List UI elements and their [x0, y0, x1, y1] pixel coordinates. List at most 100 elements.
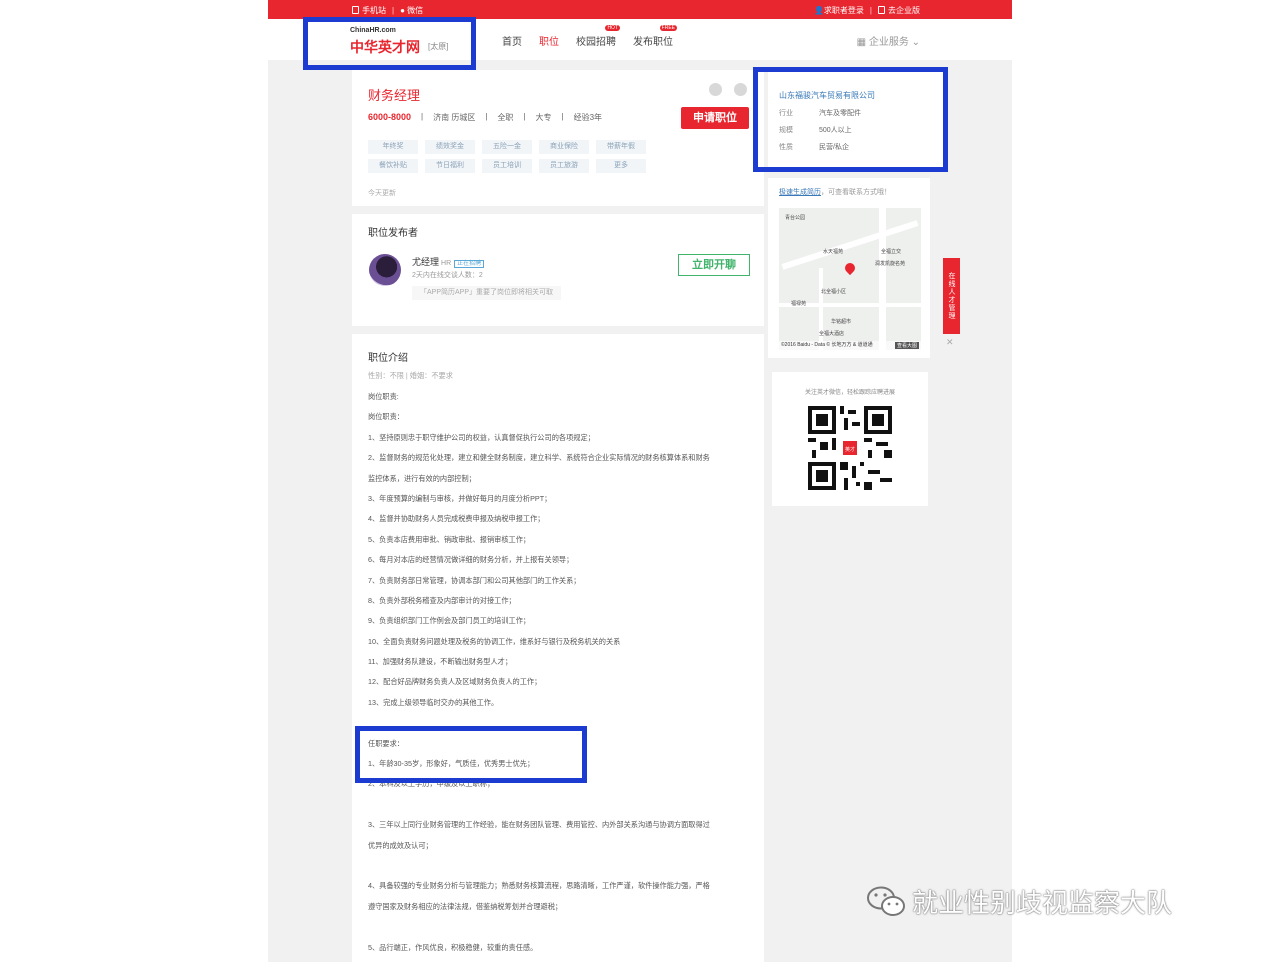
- description-line: [368, 921, 758, 941]
- enterprise-link[interactable]: 去企业版: [878, 5, 920, 16]
- avatar: [369, 254, 401, 286]
- quick-resume-tip: 极速生成简历，可查看联系方式哦！: [779, 187, 891, 197]
- chat-now-button[interactable]: 立即开聊: [678, 254, 750, 276]
- map-label: 北全福小区: [821, 289, 847, 295]
- annotation-box-company: [753, 67, 948, 172]
- description-title: 职位介绍: [368, 353, 408, 364]
- map-label: 华铭超市: [831, 319, 852, 325]
- description-line: 5、品行端正，作风优良，积极稳健，较重的责任感。: [368, 942, 538, 952]
- enterprise-label: 去企业版: [888, 6, 920, 15]
- meta-sep: |: [485, 112, 488, 121]
- description-line: 7、负责财务部日常管理，协调本部门和公司其他部门的工作关系；: [368, 575, 581, 585]
- description-line: 11、加强财务队建设，不断输出财务型人才；: [368, 657, 513, 667]
- description-line: 优异的成效及认可；: [368, 840, 433, 850]
- benefit-more[interactable]: 更多: [596, 159, 646, 173]
- benefit-tag: 带薪年假: [596, 140, 646, 154]
- meta-sep: |: [523, 112, 526, 121]
- update-time: 今天更新: [368, 190, 396, 197]
- benefit-tag: 员工旅游: [539, 159, 589, 173]
- wechat-label: 微信: [407, 6, 424, 15]
- qr-caption: 关注英才微信，轻松跟踪应聘进展: [804, 390, 895, 396]
- watermark-text: 就业性别歧视监察大队: [912, 888, 1173, 918]
- hr-chat-stat: 2天内在线交谈人数：2: [412, 272, 483, 279]
- description-line: 岗位职责：: [368, 412, 404, 422]
- map-label: 福禄苑: [791, 301, 807, 307]
- description-line: 6、每月对本店的经营情况做详细的财务分析，并上报有关领导；: [368, 555, 574, 565]
- map-road: [819, 268, 823, 350]
- enterprise-icon: [878, 6, 885, 14]
- description-line: 4、监督并协助财务人员完成税费申报及纳税申报工作；: [368, 514, 545, 524]
- qr-card: 关注英才微信，轻松跟踪应聘进展 英才: [772, 372, 928, 506]
- publisher-card: 职位发布者 尤经理 HR 正在招聘 2天内在线交谈人数：2 「APP简历APP」重要…: [352, 214, 764, 326]
- description-line: 1、坚持原则忠于职守维护公司的权益，认真督促执行公司的各项规定；: [368, 432, 595, 442]
- mobile-site-label: 手机站: [362, 6, 386, 15]
- job-location: 济南 历城区: [433, 113, 476, 122]
- map-label: 水天福苑: [823, 249, 844, 255]
- wechat-icon: ●: [400, 6, 405, 15]
- job-meta: 6000-8000 | 济南 历城区 | 全职 | 大专 | 经验3年: [368, 112, 602, 123]
- description-meta: 性别：不限 | 婚姻：不要求: [368, 371, 758, 381]
- apply-button[interactable]: 申请职位: [681, 107, 749, 129]
- mobile-icon: [352, 6, 359, 14]
- annotation-box-requirement: [355, 726, 587, 783]
- wechat-logo-icon: [866, 885, 906, 919]
- map-label: 全福大酒店: [819, 331, 845, 337]
- job-title: 财务经理: [368, 88, 421, 103]
- job-description-card: 职位介绍 性别：不限 | 婚姻：不要求 岗位职责: 岗位职责： 1、坚持原则忠于…: [352, 334, 764, 962]
- nav-campus[interactable]: 校园招聘 HOT: [576, 25, 620, 48]
- meta-sep: |: [421, 112, 424, 121]
- online-badge: 正在招聘: [454, 260, 485, 268]
- map-label: 全福立交: [881, 249, 902, 255]
- view-large-map-button[interactable]: 查看大图: [894, 342, 919, 349]
- benefit-tag: 餐饮补贴: [368, 159, 418, 173]
- benefit-tag: 五险一金: [482, 140, 532, 154]
- job-experience: 经验3年: [573, 113, 603, 122]
- benefit-tag: 商业保险: [539, 140, 589, 154]
- topbar-separator: |: [392, 6, 395, 15]
- nav-label: 发布职位: [633, 37, 673, 48]
- jobseeker-login-link[interactable]: 👤求职者登录: [814, 5, 864, 16]
- quick-resume-text: ，可查看联系方式哦！: [821, 189, 891, 196]
- topbar-separator: |: [869, 6, 872, 15]
- description-line: 监控体系，进行有效的内部控制；: [368, 473, 476, 483]
- gender-marriage-req: 性别：不限 | 婚姻：不要求: [368, 371, 453, 380]
- description-line: 13、完成上级领导临时交办的其他工作。: [368, 697, 499, 707]
- description-line: 岗位职责:: [368, 392, 399, 401]
- nav-post-job[interactable]: 发布职位 FREE: [633, 25, 677, 48]
- description-line: 3、三年以上同行业财务管理的工作经验，能在财务团队管理、费用管控、内外部关系沟通…: [368, 820, 710, 830]
- close-icon[interactable]: ✕: [946, 337, 954, 348]
- benefit-tag: 年终奖: [368, 140, 418, 154]
- job-education: 大专: [535, 113, 552, 122]
- description-line: [368, 860, 758, 880]
- salary: 6000-8000: [368, 112, 412, 122]
- location-map[interactable]: 青台公园 水天福苑 全福立交 润发凯旋名苑 北全福小区 福禄苑 华铭超市 全福大…: [779, 208, 921, 350]
- hr-note: 「APP简历APP」重要了岗位即将相关可取: [412, 286, 562, 300]
- mobile-site-link[interactable]: 手机站: [352, 5, 386, 16]
- side-float-tab[interactable]: 在线人才管理: [943, 258, 960, 334]
- grid-icon: ▦: [856, 37, 867, 48]
- job-summary-card: 财务经理 6000-8000 | 济南 历城区 | 全职 | 大专 | 经验3年…: [352, 70, 764, 206]
- quick-resume-link[interactable]: 极速生成简历: [779, 189, 821, 196]
- favorite-icon[interactable]: [709, 83, 722, 96]
- description-line: 3、年度预算的编制与审核，并做好每月的月度分析PPT；: [368, 493, 552, 503]
- enterprise-service-menu[interactable]: ▦ 企业服务 ⌄: [857, 33, 920, 48]
- nav-label: 校园招聘: [576, 37, 616, 48]
- location-pin-icon: [842, 260, 858, 276]
- description-line: 8、负责外部税务稽查及内部审计的对接工作；: [368, 595, 516, 605]
- share-icon[interactable]: [734, 83, 747, 96]
- nav-home[interactable]: 首页: [502, 33, 522, 48]
- description-body: 岗位职责: 岗位职责： 1、坚持原则忠于职守维护公司的权益，认真督促执行公司的各…: [368, 391, 758, 962]
- benefit-tag: 绩效奖金: [425, 140, 475, 154]
- map-label: 润发凯旋名苑: [875, 261, 906, 267]
- hr-name-row: 尤经理 HR 正在招聘: [412, 255, 485, 268]
- free-badge: FREE: [659, 25, 677, 31]
- description-line: 10、全面负责财务问题处理及税务的协调工作，维系好与银行及税务机关的关系: [368, 636, 621, 646]
- map-card: 极速生成简历，可查看联系方式哦！ 青台公园 水天福苑 全福立交 润发凯旋名苑 北…: [768, 178, 930, 358]
- login-label: 求职者登录: [823, 6, 864, 15]
- benefit-tag: 节日福利: [425, 159, 475, 173]
- publisher-section-title: 职位发布者: [368, 228, 418, 239]
- map-label: 青台公园: [785, 215, 806, 221]
- wechat-link[interactable]: ● 微信: [400, 5, 423, 16]
- description-line: 12、配合好品牌财务负责人及区域财务负责人的工作；: [368, 677, 542, 687]
- nav-jobs[interactable]: 职位: [539, 33, 559, 48]
